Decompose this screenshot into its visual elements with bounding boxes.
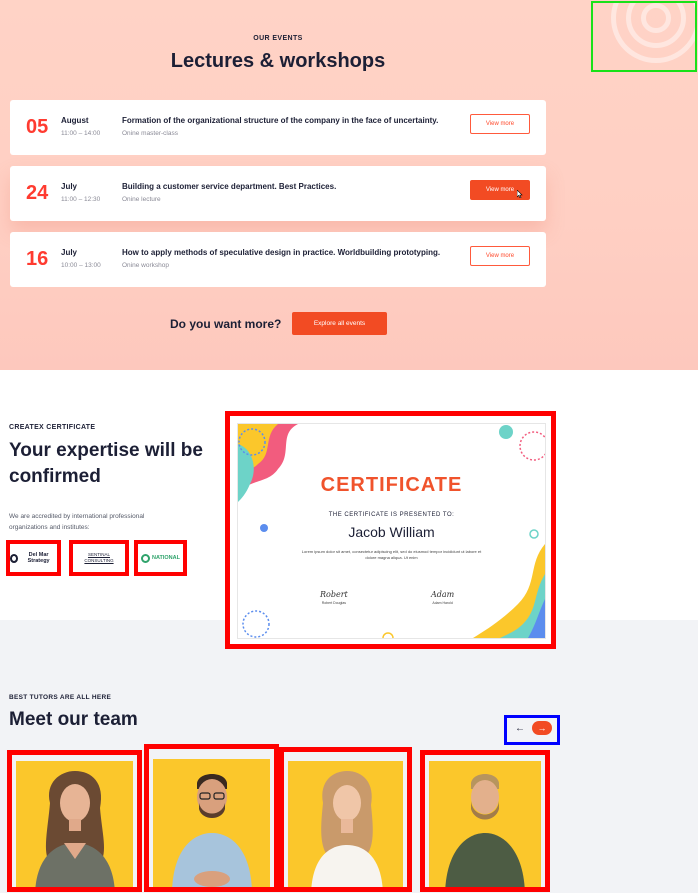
event-time: 11:00 – 12:30 bbox=[61, 196, 101, 203]
signature-script: Adam bbox=[431, 590, 455, 599]
event-time: 11:00 – 14:00 bbox=[61, 130, 101, 137]
tutor-card[interactable] bbox=[420, 750, 550, 892]
event-title: Formation of the organizational structur… bbox=[122, 116, 439, 125]
team-eyebrow: BEST TUTORS ARE ALL HERE bbox=[9, 694, 112, 701]
certificate-card: CERTIFICATE THE CERTIFICATE IS PRESENTED… bbox=[238, 424, 545, 638]
team-title: Meet our team bbox=[9, 709, 138, 730]
more-events-text: Do you want more? bbox=[170, 317, 282, 331]
certificate-recipient: Jacob William bbox=[348, 524, 435, 540]
certificate-title: Your expertise will be confirmed bbox=[9, 440, 203, 487]
signature-right: Adam Adam Harold bbox=[431, 590, 454, 605]
decorative-circles bbox=[591, 1, 697, 72]
arrow-right-icon[interactable]: → bbox=[532, 721, 552, 735]
view-more-button[interactable]: View more bbox=[470, 114, 530, 134]
certificate-body-text: Lorem ipsum dolor sit amet, consectetur … bbox=[301, 549, 482, 560]
view-more-button[interactable]: View more bbox=[470, 246, 530, 266]
tutor-portrait-icon bbox=[35, 771, 114, 887]
certificate-image: CERTIFICATE THE CERTIFICATE IS PRESENTED… bbox=[225, 411, 556, 649]
mouse-cursor-icon bbox=[517, 190, 523, 198]
carousel-nav: ← → bbox=[504, 715, 560, 745]
partner-logo-label: SENTINAL CONSULTING bbox=[84, 552, 114, 563]
event-title: How to apply methods of speculative desi… bbox=[122, 248, 441, 257]
certificate-description: We are accredited by international profe… bbox=[9, 513, 145, 531]
signature-script: Robert bbox=[320, 590, 348, 599]
signature-name: Robert Douglas bbox=[321, 601, 347, 605]
tutor-card[interactable] bbox=[279, 747, 412, 892]
event-type: Onine lecture bbox=[122, 196, 161, 203]
tutor-portrait-icon bbox=[311, 771, 382, 887]
partner-logo-national: NATIONAL bbox=[134, 540, 187, 576]
certificate-heading: CERTIFICATE bbox=[320, 474, 463, 496]
delmar-logo-icon bbox=[10, 553, 19, 563]
event-card: 24 July 11:00 – 12:30 Building a custome… bbox=[10, 166, 546, 221]
event-day: 16 bbox=[26, 248, 49, 270]
partner-logo-label: Del Mar Strategy bbox=[27, 552, 50, 564]
event-day: 24 bbox=[26, 182, 49, 204]
event-type: Onine master-class bbox=[122, 130, 178, 137]
event-month: August bbox=[61, 116, 89, 125]
event-type: Onine workshop bbox=[122, 262, 169, 269]
event-title: Building a customer service department. … bbox=[122, 182, 337, 191]
tutor-photo bbox=[429, 761, 541, 887]
tutor-photo bbox=[288, 761, 403, 887]
events-section: OUR EVENTS Lectures & workshops 05 Augus… bbox=[0, 0, 698, 370]
tutor-portrait-icon bbox=[445, 774, 525, 887]
event-month: July bbox=[61, 182, 78, 191]
signature-name: Adam Harold bbox=[432, 601, 453, 605]
partner-logo-delmar: Del Mar Strategy bbox=[6, 540, 61, 576]
arrow-left-icon[interactable]: ← bbox=[515, 723, 525, 734]
certificate-presented-to: THE CERTIFICATE IS PRESENTED TO: bbox=[328, 512, 455, 518]
tutor-photo bbox=[16, 761, 133, 887]
event-time: 10:00 – 13:00 bbox=[61, 262, 101, 269]
tutor-card[interactable] bbox=[7, 750, 142, 892]
event-card: 05 August 11:00 – 14:00 Formation of the… bbox=[10, 100, 546, 155]
national-logo-icon bbox=[140, 553, 150, 563]
signature-left: Robert Robert Douglas bbox=[320, 590, 348, 605]
event-month: July bbox=[61, 248, 78, 257]
partner-logo-label: NATIONAL bbox=[151, 555, 180, 561]
explore-all-events-button[interactable]: Explore all events bbox=[292, 312, 387, 335]
certificate-eyebrow: CREATEX CERTIFICATE bbox=[9, 424, 96, 431]
tutor-card[interactable] bbox=[144, 744, 279, 892]
event-day: 05 bbox=[26, 116, 49, 138]
tutor-photo bbox=[153, 759, 270, 887]
event-card: 16 July 10:00 – 13:00 How to apply metho… bbox=[10, 232, 546, 287]
events-title: Lectures & workshops bbox=[170, 50, 386, 72]
events-eyebrow: OUR EVENTS bbox=[253, 35, 303, 42]
tutor-portrait-icon bbox=[171, 774, 252, 887]
partner-logo-sentinal: SENTINAL CONSULTING bbox=[69, 540, 129, 576]
